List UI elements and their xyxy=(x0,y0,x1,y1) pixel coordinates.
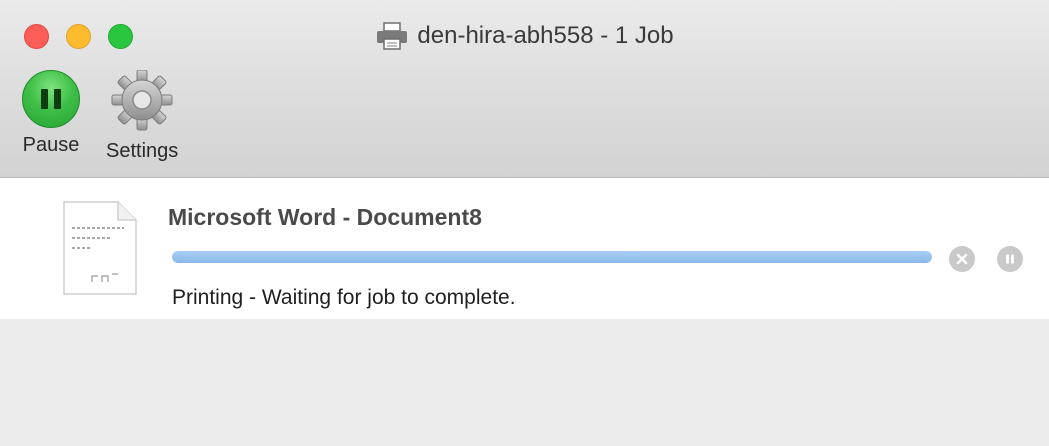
job-progress-fill xyxy=(172,251,932,263)
settings-label: Settings xyxy=(106,140,179,162)
window-title-text: den-hira-abh558 - 1 Job xyxy=(417,22,674,49)
job-status-text: Printing - Waiting for job to complete. xyxy=(172,286,516,309)
hold-icon xyxy=(1006,254,1014,264)
job-row[interactable]: Microsoft Word - Document8 Printing - Wa… xyxy=(0,178,1049,319)
window-title: den-hira-abh558 - 1 Job xyxy=(0,18,1049,54)
cancel-icon xyxy=(956,253,968,265)
hold-job-button[interactable] xyxy=(997,246,1023,272)
pause-printer-button[interactable]: Pause xyxy=(22,70,80,157)
cancel-job-button[interactable] xyxy=(949,246,975,272)
job-progress-bar xyxy=(172,251,932,263)
pause-icon xyxy=(22,70,80,128)
job-list: Microsoft Word - Document8 Printing - Wa… xyxy=(0,178,1049,446)
document-thumbnail xyxy=(63,201,137,295)
gear-icon xyxy=(111,70,173,131)
printer-icon xyxy=(377,22,408,50)
title-bar: den-hira-abh558 - 1 Job Pause Settings xyxy=(0,0,1049,178)
pause-label: Pause xyxy=(22,134,80,156)
print-queue-window: den-hira-abh558 - 1 Job Pause Settings M… xyxy=(0,0,1049,446)
job-name: Microsoft Word - Document8 xyxy=(168,204,482,230)
settings-button[interactable]: Settings xyxy=(106,70,178,163)
